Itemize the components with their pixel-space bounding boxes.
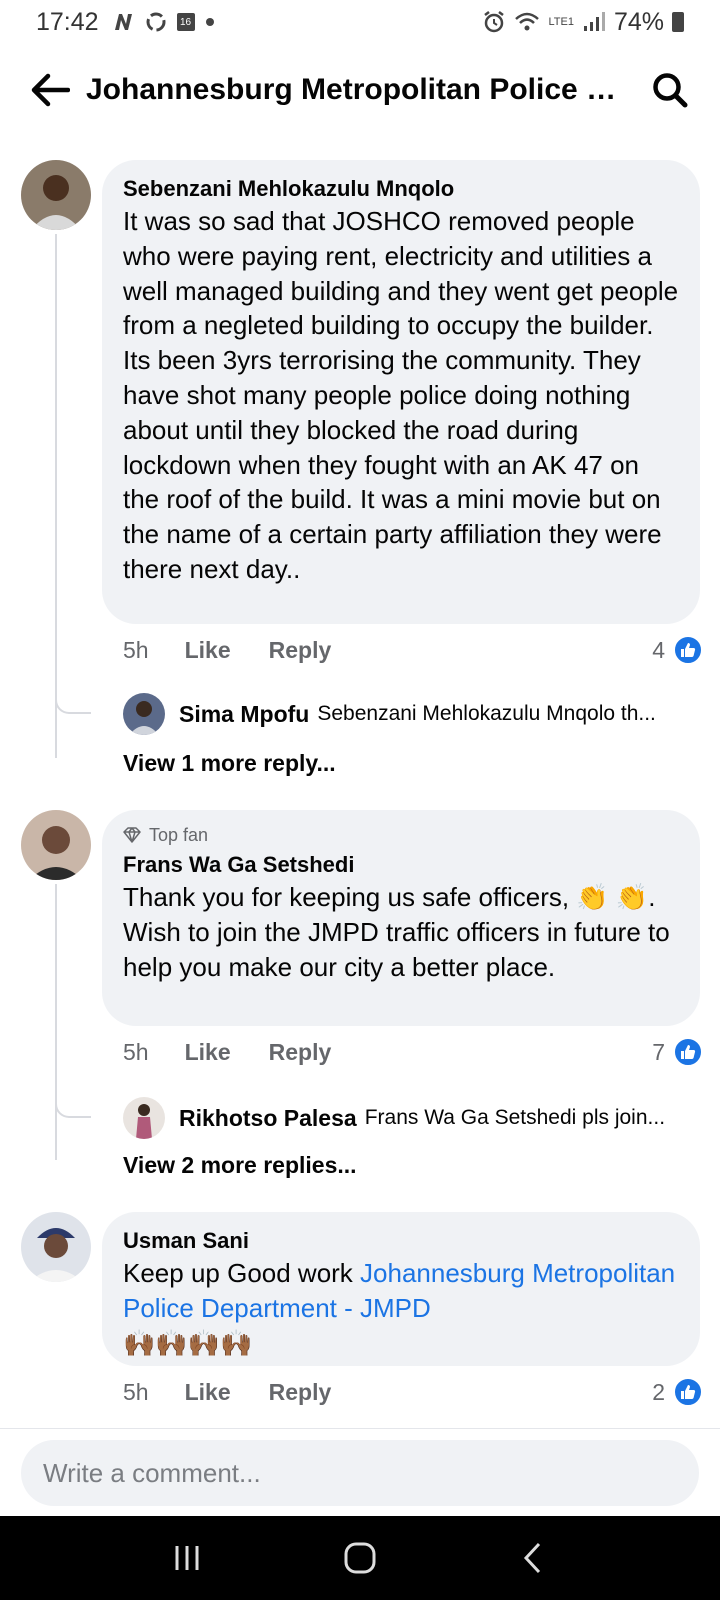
top-fan-badge: Top fan (123, 824, 680, 846)
reply-preview[interactable]: Rikhotso Palesa Frans Wa Ga Setshedi pls… (123, 1096, 703, 1140)
avatar[interactable] (21, 1212, 91, 1282)
comment-input[interactable] (21, 1440, 699, 1506)
reply-author[interactable]: Rikhotso Palesa (179, 1105, 357, 1132)
search-icon (653, 73, 688, 108)
avatar[interactable] (21, 160, 91, 230)
comment-bubble[interactable]: Top fan Frans Wa Ga Setshedi Thank you f… (102, 810, 700, 1026)
arrow-left-icon (31, 73, 70, 107)
app-header: Johannesburg Metropolitan Police Dep... (0, 56, 720, 124)
search-button[interactable] (648, 68, 692, 112)
recent-apps-button[interactable] (157, 1528, 217, 1588)
reply-button[interactable]: Reply (269, 1379, 332, 1406)
recent-apps-icon (175, 1546, 199, 1570)
home-button[interactable] (330, 1528, 390, 1588)
comment-actions: 5h Like Reply 2 (123, 1374, 703, 1410)
comment-text: It was so sad that JOSHCO removed people… (123, 206, 679, 584)
status-bar: 17:42 16 LTE1 74% (0, 0, 720, 44)
comment-bubble[interactable]: Sebenzani Mehlokazulu Mnqolo It was so s… (102, 160, 700, 624)
thumbs-up-icon (673, 1377, 703, 1407)
comment-bubble[interactable]: Usman Sani Keep up Good work Johannesbur… (102, 1212, 700, 1366)
comment-actions: 5h Like Reply 4 (123, 632, 703, 668)
comment-author[interactable]: Frans Wa Ga Setshedi (123, 850, 680, 880)
comment-author[interactable]: Sebenzani Mehlokazulu Mnqolo (123, 174, 680, 204)
avatar[interactable] (21, 810, 91, 880)
dot-icon (205, 18, 214, 26)
reply-button[interactable]: Reply (269, 1039, 332, 1066)
reply-author[interactable]: Sima Mpofu (179, 701, 309, 728)
comment-composer (0, 1428, 720, 1516)
battery-icon (672, 12, 684, 32)
alarm-icon (484, 11, 505, 33)
comments-feed[interactable]: Sebenzani Mehlokazulu Mnqolo It was so s… (0, 128, 720, 1428)
like-button[interactable]: Like (185, 637, 231, 664)
recycle-icon (146, 12, 166, 32)
reaction-count[interactable]: 4 (652, 635, 703, 665)
view-more-replies[interactable]: View 2 more replies... (123, 1152, 357, 1179)
like-button[interactable]: Like (185, 1039, 231, 1066)
calendar-icon: 16 (176, 13, 195, 31)
chevron-left-icon (524, 1542, 541, 1574)
comment-text: Keep up Good work Johannesburg Metropoli… (123, 1258, 676, 1358)
reply-button[interactable]: Reply (269, 637, 332, 664)
home-icon (344, 1542, 376, 1574)
system-nav-bar (0, 1516, 720, 1600)
reply-text: Sebenzani Mehlokazulu Mnqolo th... (317, 702, 656, 725)
n-app-icon (114, 14, 132, 30)
nav-back-button[interactable] (503, 1528, 563, 1588)
diamond-icon (123, 827, 141, 843)
battery-percent: 74% (613, 7, 664, 36)
reaction-count[interactable]: 2 (652, 1377, 703, 1407)
wifi-icon (515, 12, 540, 31)
avatar[interactable] (123, 1097, 165, 1139)
comment-time[interactable]: 5h (123, 1039, 149, 1066)
view-more-replies[interactable]: View 1 more reply... (123, 750, 336, 777)
comment-time[interactable]: 5h (123, 637, 149, 664)
like-button[interactable]: Like (185, 1379, 231, 1406)
comment-actions: 5h Like Reply 7 (123, 1034, 703, 1070)
clapping-emojis: 🙌🏾🙌🏾🙌🏾🙌🏾 (123, 1327, 253, 1358)
reply-text: Frans Wa Ga Setshedi pls join... (364, 1106, 666, 1129)
signal-icon (583, 12, 605, 31)
comment-time[interactable]: 5h (123, 1379, 149, 1406)
thumbs-up-icon (673, 635, 703, 665)
avatar[interactable] (123, 693, 165, 735)
reaction-count[interactable]: 7 (652, 1037, 703, 1067)
status-time: 17:42 (36, 7, 99, 36)
back-button[interactable] (28, 68, 72, 112)
thumbs-up-icon (673, 1037, 703, 1067)
comment-text: Thank you for keeping us safe officers, … (123, 882, 670, 982)
comment-author[interactable]: Usman Sani (123, 1226, 680, 1256)
network-label: LTE1 (548, 15, 574, 28)
reply-preview[interactable]: Sima Mpofu Sebenzani Mehlokazulu Mnqolo … (123, 692, 703, 736)
page-title: Johannesburg Metropolitan Police Dep... (86, 73, 648, 106)
